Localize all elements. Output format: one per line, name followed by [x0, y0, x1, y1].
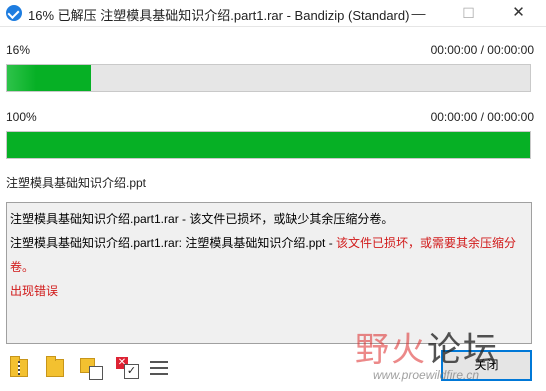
- menu-button[interactable]: [149, 356, 173, 380]
- close-on-finish-toggle[interactable]: ✕ ✓: [116, 356, 140, 380]
- total-progress-time: 00:00:00 / 00:00:00: [430, 110, 534, 124]
- error-log[interactable]: 注塑模具基础知识介绍.part1.rar - 该文件已损坏，或缺少其余压缩分卷。…: [6, 202, 532, 344]
- multi-file-button[interactable]: [80, 356, 104, 380]
- title-bar: 16% 已解压 注塑模具基础知识介绍.part1.rar - Bandizip …: [0, 0, 546, 27]
- log-line-2-text: 注塑模具基础知识介绍.part1.rar: 注塑模具基础知识介绍.ppt -: [10, 236, 337, 250]
- bandizip-app-icon: [6, 5, 22, 21]
- close-window-button[interactable]: ✕: [496, 0, 541, 26]
- total-progress-bar: [6, 131, 531, 159]
- current-file-name: 注塑模具基础知识介绍.ppt: [6, 176, 147, 190]
- folder-icon: [46, 356, 64, 377]
- log-line-1: 注塑模具基础知识介绍.part1.rar - 该文件已损坏，或缺少其余压缩分卷。: [10, 212, 394, 226]
- zip-folder-icon: [10, 356, 28, 377]
- total-progress-fill: [7, 132, 530, 158]
- file-progress-time: 00:00:00 / 00:00:00: [430, 43, 534, 57]
- open-archive-button[interactable]: [8, 356, 32, 380]
- file-progress-bar: [6, 64, 531, 92]
- close-button[interactable]: 关闭: [441, 350, 532, 381]
- file-progress-percent: 16%: [6, 43, 31, 57]
- maximize-button[interactable]: ☐: [446, 0, 491, 26]
- checkbox-icon: ✓: [124, 364, 139, 379]
- log-line-3: 出现错误: [10, 284, 59, 298]
- minimize-button[interactable]: —: [396, 0, 441, 26]
- total-progress-percent: 100%: [6, 110, 37, 124]
- open-folder-button[interactable]: [44, 356, 68, 380]
- log-line-2: 注塑模具基础知识介绍.part1.rar: 注塑模具基础知识介绍.ppt - 该…: [10, 231, 527, 279]
- window-title: 16% 已解压 注塑模具基础知识介绍.part1.rar - Bandizip …: [28, 8, 410, 23]
- file-progress-fill: [7, 65, 91, 91]
